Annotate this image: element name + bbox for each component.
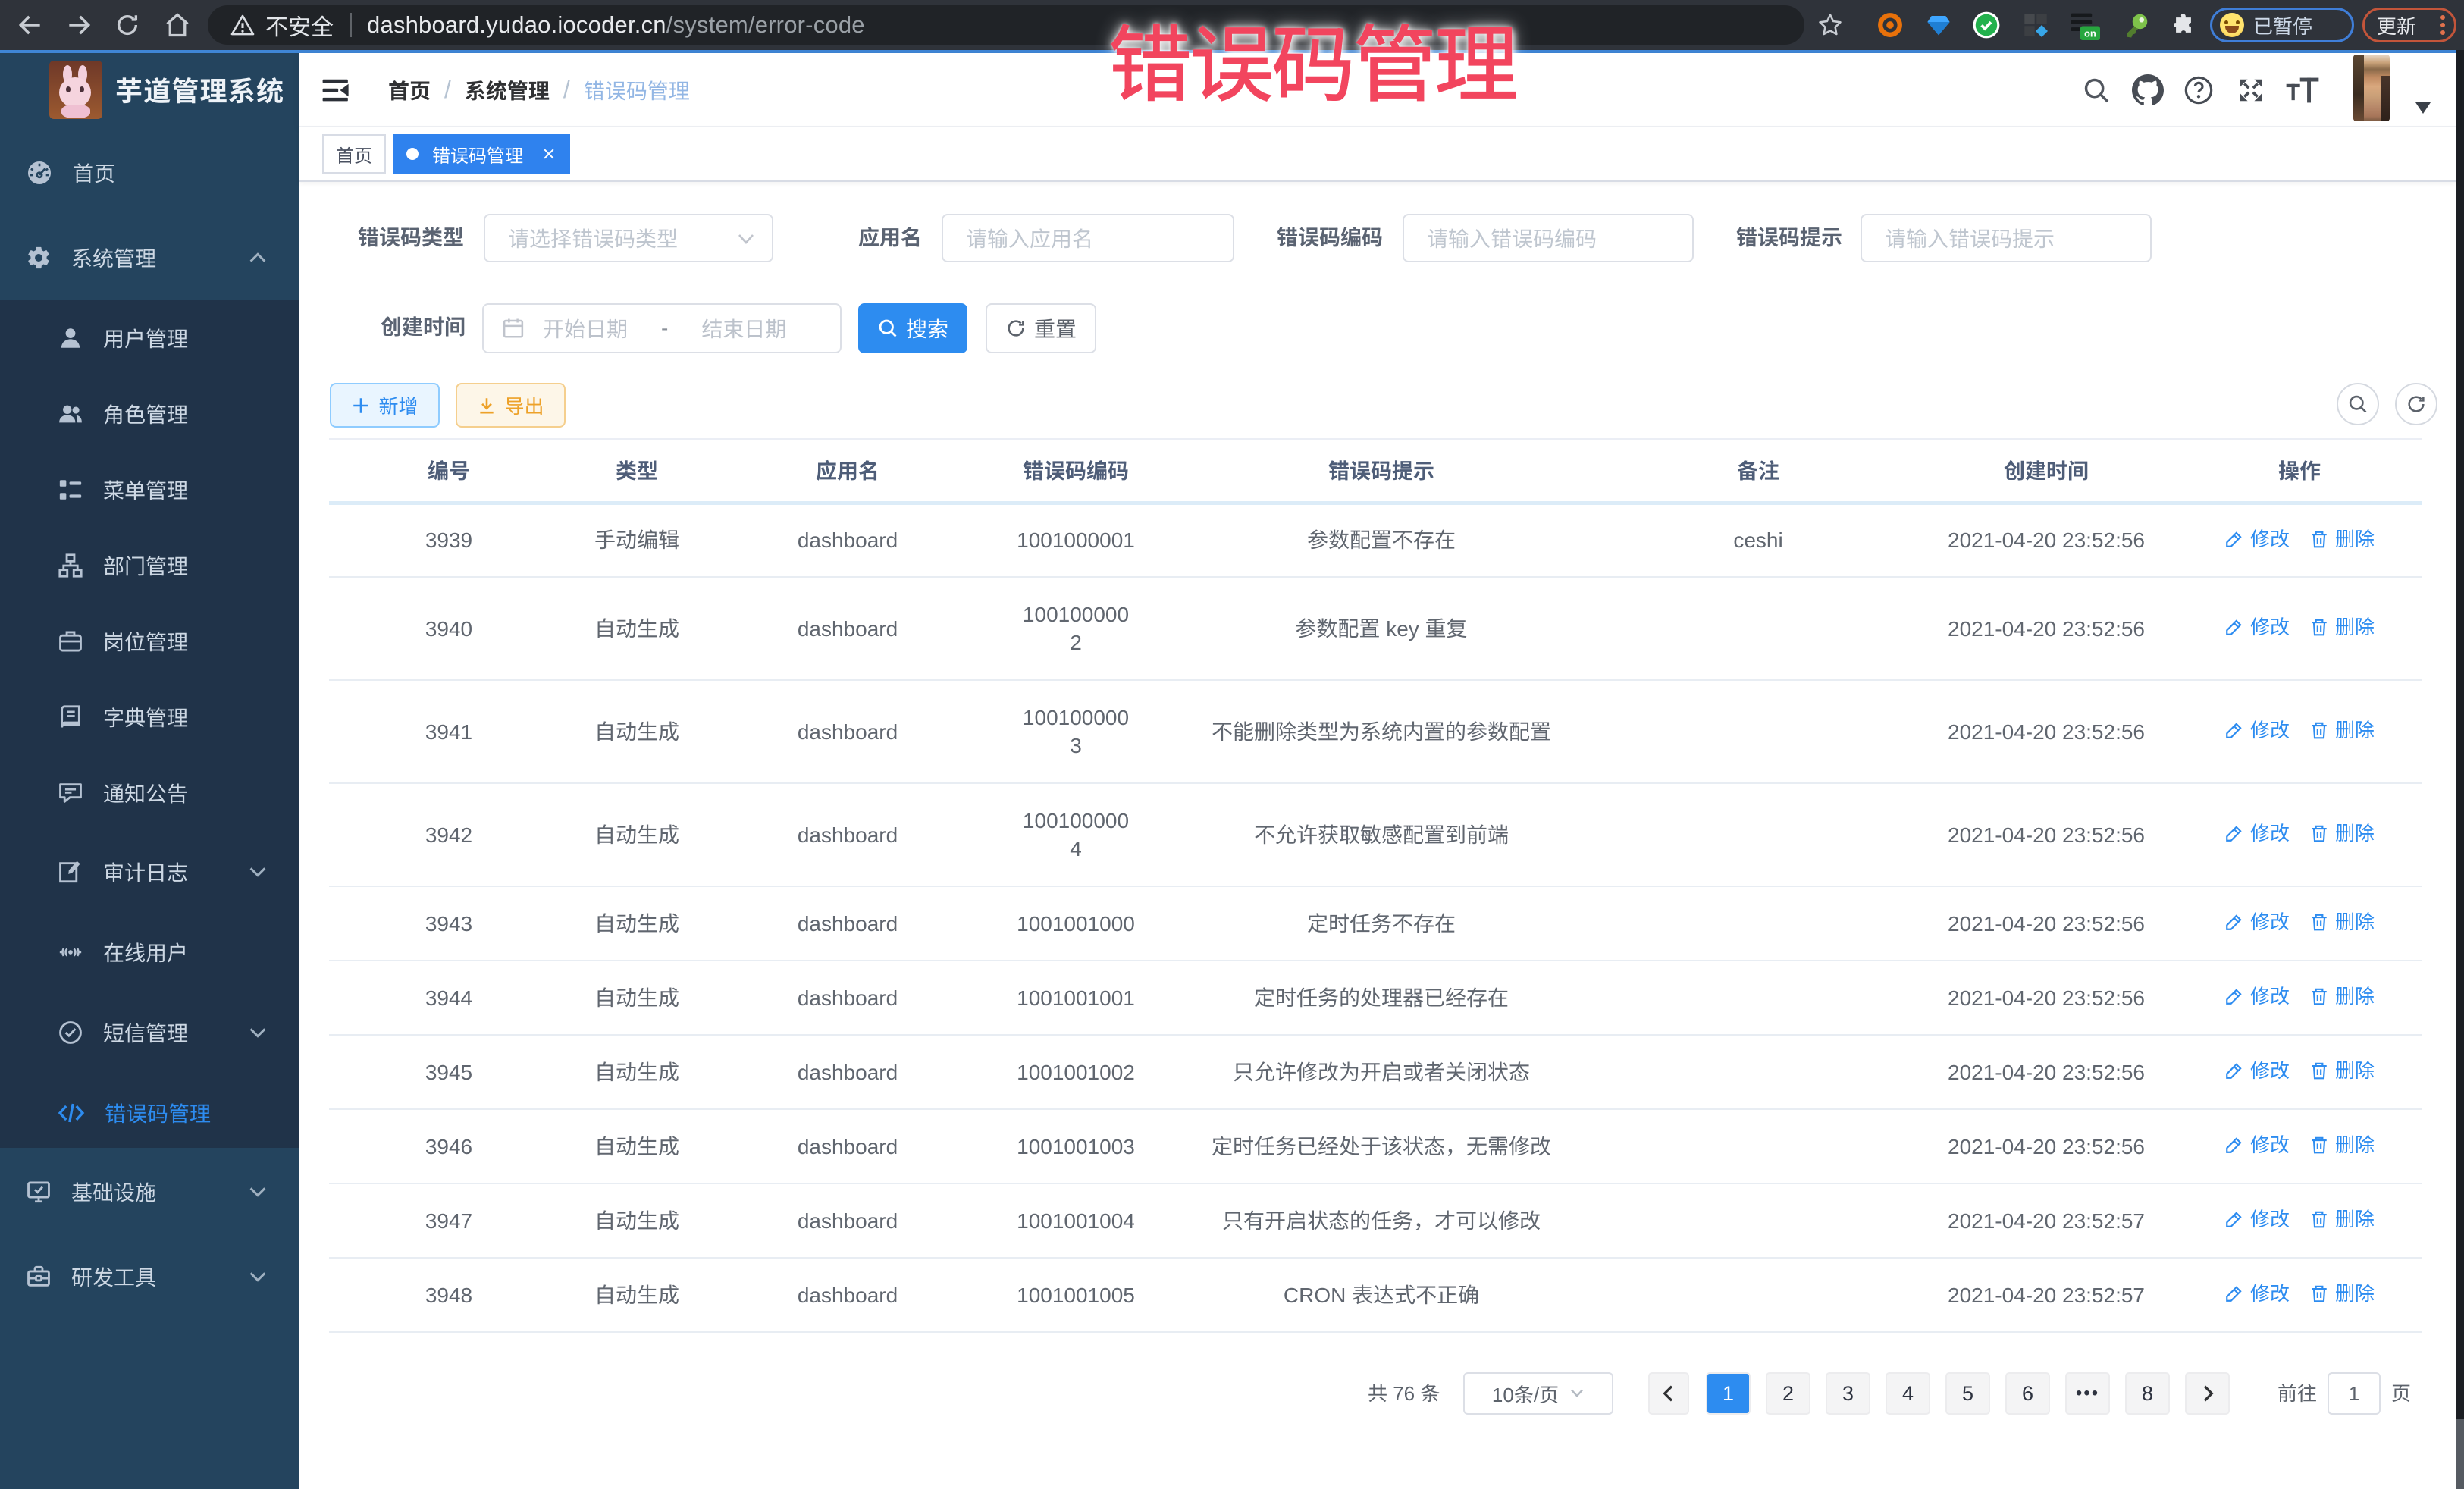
svg-text:on: on — [2084, 27, 2096, 39]
